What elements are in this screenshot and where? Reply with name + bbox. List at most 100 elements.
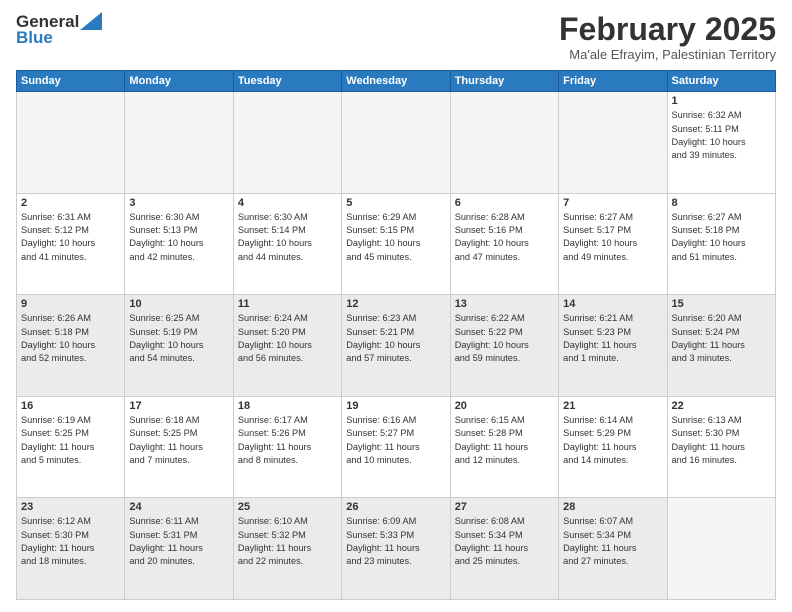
calendar-header: SundayMondayTuesdayWednesdayThursdayFrid… [17, 71, 776, 92]
week-row-2: 2 Sunrise: 6:31 AM Sunset: 5:12 PM Daylig… [17, 193, 776, 295]
day-number: 14 [563, 298, 662, 310]
day-info: Sunrise: 6:19 AM Sunset: 5:25 PM Dayligh… [21, 414, 120, 467]
title-block: February 2025 Ma'ale Efrayim, Palestinia… [559, 12, 776, 62]
day-info: Sunrise: 6:11 AM Sunset: 5:31 PM Dayligh… [129, 515, 228, 568]
day-info: Sunrise: 6:17 AM Sunset: 5:26 PM Dayligh… [238, 414, 337, 467]
day-number: 15 [672, 298, 771, 310]
day-number: 28 [563, 501, 662, 513]
logo-icon [80, 12, 102, 30]
day-info: Sunrise: 6:27 AM Sunset: 5:17 PM Dayligh… [563, 211, 662, 264]
day-number: 5 [346, 197, 445, 209]
day-info: Sunrise: 6:07 AM Sunset: 5:34 PM Dayligh… [563, 515, 662, 568]
day-cell: 28 Sunrise: 6:07 AM Sunset: 5:34 PM Dayli… [559, 498, 667, 600]
day-info: Sunrise: 6:13 AM Sunset: 5:30 PM Dayligh… [672, 414, 771, 467]
day-info: Sunrise: 6:21 AM Sunset: 5:23 PM Dayligh… [563, 312, 662, 365]
day-cell: 5Sunrise: 6:29 AM Sunset: 5:15 PM Daylig… [342, 193, 450, 295]
logo: General Blue [16, 12, 102, 48]
day-number: 2 [21, 197, 120, 209]
day-info: Sunrise: 6:08 AM Sunset: 5:34 PM Dayligh… [455, 515, 554, 568]
day-header-friday: Friday [559, 71, 667, 92]
day-info: Sunrise: 6:30 AM Sunset: 5:14 PM Dayligh… [238, 211, 337, 264]
day-cell: 12 Sunrise: 6:23 AM Sunset: 5:21 PM Dayli… [342, 295, 450, 397]
day-info: Sunrise: 6:09 AM Sunset: 5:33 PM Dayligh… [346, 515, 445, 568]
header: General Blue February 2025 Ma'ale Efrayi… [16, 12, 776, 62]
day-number: 13 [455, 298, 554, 310]
day-cell: 21 Sunrise: 6:14 AM Sunset: 5:29 PM Dayli… [559, 396, 667, 498]
day-info: Sunrise: 6:16 AM Sunset: 5:27 PM Dayligh… [346, 414, 445, 467]
day-info: Sunrise: 6:18 AM Sunset: 5:25 PM Dayligh… [129, 414, 228, 467]
day-info: Sunrise: 6:24 AM Sunset: 5:20 PM Dayligh… [238, 312, 337, 365]
day-info: Sunrise: 6:10 AM Sunset: 5:32 PM Dayligh… [238, 515, 337, 568]
day-number: 24 [129, 501, 228, 513]
location: Ma'ale Efrayim, Palestinian Territory [559, 47, 776, 62]
day-cell [559, 92, 667, 194]
day-cell: 20 Sunrise: 6:15 AM Sunset: 5:28 PM Dayli… [450, 396, 558, 498]
day-number: 16 [21, 400, 120, 412]
day-cell: 7Sunrise: 6:27 AM Sunset: 5:17 PM Daylig… [559, 193, 667, 295]
day-cell: 10 Sunrise: 6:25 AM Sunset: 5:19 PM Dayli… [125, 295, 233, 397]
day-info: Sunrise: 6:22 AM Sunset: 5:22 PM Dayligh… [455, 312, 554, 365]
day-cell: 14 Sunrise: 6:21 AM Sunset: 5:23 PM Dayli… [559, 295, 667, 397]
week-row-4: 16 Sunrise: 6:19 AM Sunset: 5:25 PM Dayli… [17, 396, 776, 498]
day-number: 8 [672, 197, 771, 209]
day-info: Sunrise: 6:15 AM Sunset: 5:28 PM Dayligh… [455, 414, 554, 467]
day-number: 18 [238, 400, 337, 412]
day-header-sunday: Sunday [17, 71, 125, 92]
day-header-wednesday: Wednesday [342, 71, 450, 92]
day-cell: 3Sunrise: 6:30 AM Sunset: 5:13 PM Daylig… [125, 193, 233, 295]
day-number: 10 [129, 298, 228, 310]
day-number: 17 [129, 400, 228, 412]
day-info: Sunrise: 6:27 AM Sunset: 5:18 PM Dayligh… [672, 211, 771, 264]
day-number: 6 [455, 197, 554, 209]
day-cell [342, 92, 450, 194]
day-info: Sunrise: 6:32 AM Sunset: 5:11 PM Dayligh… [672, 109, 771, 162]
day-info: Sunrise: 6:12 AM Sunset: 5:30 PM Dayligh… [21, 515, 120, 568]
day-cell: 26 Sunrise: 6:09 AM Sunset: 5:33 PM Dayli… [342, 498, 450, 600]
day-cell: 19 Sunrise: 6:16 AM Sunset: 5:27 PM Dayli… [342, 396, 450, 498]
day-cell [233, 92, 341, 194]
day-cell: 17 Sunrise: 6:18 AM Sunset: 5:25 PM Dayli… [125, 396, 233, 498]
day-number: 27 [455, 501, 554, 513]
day-cell: 2 Sunrise: 6:31 AM Sunset: 5:12 PM Daylig… [17, 193, 125, 295]
day-cell: 9Sunrise: 6:26 AM Sunset: 5:18 PM Daylig… [17, 295, 125, 397]
day-cell: 11 Sunrise: 6:24 AM Sunset: 5:20 PM Dayli… [233, 295, 341, 397]
week-row-3: 9Sunrise: 6:26 AM Sunset: 5:18 PM Daylig… [17, 295, 776, 397]
page: General Blue February 2025 Ma'ale Efrayi… [0, 0, 792, 612]
day-info: Sunrise: 6:30 AM Sunset: 5:13 PM Dayligh… [129, 211, 228, 264]
day-cell: 6 Sunrise: 6:28 AM Sunset: 5:16 PM Daylig… [450, 193, 558, 295]
day-cell: 16 Sunrise: 6:19 AM Sunset: 5:25 PM Dayli… [17, 396, 125, 498]
day-number: 21 [563, 400, 662, 412]
week-row-1: 1 Sunrise: 6:32 AM Sunset: 5:11 PM Daylig… [17, 92, 776, 194]
day-number: 4 [238, 197, 337, 209]
day-number: 22 [672, 400, 771, 412]
day-info: Sunrise: 6:26 AM Sunset: 5:18 PM Dayligh… [21, 312, 120, 365]
day-cell: 1 Sunrise: 6:32 AM Sunset: 5:11 PM Daylig… [667, 92, 775, 194]
day-number: 25 [238, 501, 337, 513]
day-cell: 13 Sunrise: 6:22 AM Sunset: 5:22 PM Dayli… [450, 295, 558, 397]
day-cell: 22 Sunrise: 6:13 AM Sunset: 5:30 PM Dayli… [667, 396, 775, 498]
day-info: Sunrise: 6:20 AM Sunset: 5:24 PM Dayligh… [672, 312, 771, 365]
day-cell: 24 Sunrise: 6:11 AM Sunset: 5:31 PM Dayli… [125, 498, 233, 600]
day-info: Sunrise: 6:31 AM Sunset: 5:12 PM Dayligh… [21, 211, 120, 264]
day-number: 11 [238, 298, 337, 310]
logo-blue-text: Blue [16, 28, 53, 48]
day-number: 26 [346, 501, 445, 513]
day-number: 19 [346, 400, 445, 412]
day-header-thursday: Thursday [450, 71, 558, 92]
day-info: Sunrise: 6:28 AM Sunset: 5:16 PM Dayligh… [455, 211, 554, 264]
day-cell: 18 Sunrise: 6:17 AM Sunset: 5:26 PM Dayli… [233, 396, 341, 498]
day-cell: 8 Sunrise: 6:27 AM Sunset: 5:18 PM Daylig… [667, 193, 775, 295]
day-cell: 15 Sunrise: 6:20 AM Sunset: 5:24 PM Dayli… [667, 295, 775, 397]
day-number: 1 [672, 95, 771, 107]
day-cell [125, 92, 233, 194]
day-number: 12 [346, 298, 445, 310]
day-number: 20 [455, 400, 554, 412]
calendar-body: 1 Sunrise: 6:32 AM Sunset: 5:11 PM Daylig… [17, 92, 776, 600]
month-title: February 2025 [559, 12, 776, 47]
day-number: 23 [21, 501, 120, 513]
day-info: Sunrise: 6:23 AM Sunset: 5:21 PM Dayligh… [346, 312, 445, 365]
day-info: Sunrise: 6:25 AM Sunset: 5:19 PM Dayligh… [129, 312, 228, 365]
day-cell [17, 92, 125, 194]
day-info: Sunrise: 6:14 AM Sunset: 5:29 PM Dayligh… [563, 414, 662, 467]
day-cell: 25 Sunrise: 6:10 AM Sunset: 5:32 PM Dayli… [233, 498, 341, 600]
